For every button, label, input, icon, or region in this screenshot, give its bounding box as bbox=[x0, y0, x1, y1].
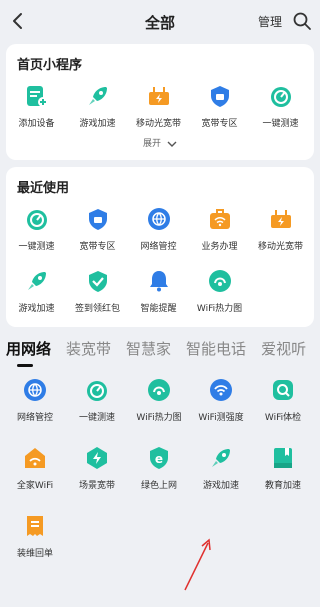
wifi-heatmap-icon bbox=[145, 376, 173, 404]
app-item[interactable]: 网络管控 bbox=[128, 197, 189, 259]
app-item-label: 添加设备 bbox=[18, 119, 55, 129]
chevron-down-icon bbox=[167, 141, 177, 147]
broadband-shield-icon bbox=[206, 82, 234, 110]
app-item[interactable]: 游戏加速 bbox=[67, 74, 128, 136]
app-item-label: 签到领红包 bbox=[74, 304, 120, 314]
bell-icon bbox=[145, 267, 173, 295]
app-item-label: 网络管控 bbox=[16, 413, 53, 423]
app-item-label: 宽带专区 bbox=[79, 242, 116, 252]
speedometer-icon bbox=[23, 205, 51, 233]
app-item-label: 业务办理 bbox=[201, 242, 238, 252]
globe-icon bbox=[21, 376, 49, 404]
app-item-label: 智能提醒 bbox=[140, 304, 177, 314]
category-tabs: 用网络 装宽带 智慧家 智能电话 爱视听 bbox=[0, 334, 320, 368]
app-item-label: 游戏加速 bbox=[18, 304, 55, 314]
app-item[interactable]: 签到领红包 bbox=[67, 259, 128, 321]
app-item[interactable]: 业务办理 bbox=[189, 197, 250, 259]
svg-text:e: e bbox=[155, 452, 163, 466]
homepage-grid: 添加设备 游戏加速 移动光宽带 宽带专区 一键测速 bbox=[6, 74, 314, 136]
app-item-label: 宽带专区 bbox=[201, 119, 238, 129]
homepage-miniapps-card: 首页小程序 添加设备 游戏加速 移动光宽带 宽带专区 一键测速 展开 bbox=[6, 44, 314, 160]
app-item-label: 装维回单 bbox=[16, 549, 53, 559]
manage-button[interactable]: 管理 bbox=[258, 13, 282, 30]
check-shield-icon bbox=[84, 267, 112, 295]
speedometer-icon bbox=[83, 376, 111, 404]
rocket-icon bbox=[84, 82, 112, 110]
app-item-label: 移动光宽带 bbox=[257, 242, 303, 252]
app-item[interactable]: 移动光宽带 bbox=[128, 74, 189, 136]
rocket-icon bbox=[207, 444, 235, 472]
add-device-icon bbox=[23, 82, 51, 110]
app-item-label: 一键测速 bbox=[78, 413, 115, 423]
app-item-label: 全家WiFi bbox=[16, 481, 54, 491]
search-icon[interactable] bbox=[292, 11, 312, 31]
app-item[interactable]: 宽带专区 bbox=[189, 74, 250, 136]
app-item-label: WiFi体检 bbox=[264, 413, 302, 423]
category-tab[interactable]: 装宽带 bbox=[66, 338, 111, 368]
red-annotation-arrow bbox=[184, 538, 211, 591]
back-arrow-icon[interactable] bbox=[8, 11, 28, 31]
app-item[interactable]: WiFi测强度 bbox=[190, 368, 252, 436]
app-item[interactable]: 添加设备 bbox=[6, 74, 67, 136]
recent-used-title: 最近使用 bbox=[17, 181, 70, 196]
expand-button[interactable]: 展开 bbox=[6, 136, 314, 160]
app-item-label: 游戏加速 bbox=[79, 119, 116, 129]
router-icon bbox=[267, 205, 295, 233]
expand-label: 展开 bbox=[143, 139, 162, 149]
header: 全部 管理 bbox=[0, 0, 320, 44]
router-icon bbox=[145, 82, 173, 110]
app-item[interactable]: 一键测速 bbox=[250, 74, 311, 136]
app-item[interactable]: 场景宽带 bbox=[66, 436, 128, 504]
globe-icon bbox=[145, 205, 173, 233]
app-item[interactable]: 教育加速 bbox=[252, 436, 314, 504]
app-item-label: WiFi测强度 bbox=[198, 413, 244, 423]
wifi-check-icon bbox=[269, 376, 297, 404]
app-item[interactable]: 全家WiFi bbox=[4, 436, 66, 504]
recent-used-card: 最近使用 一键测速 宽带专区 网络管控 业务办理 移动光宽带游戏加速 签到领红包 智能提醒 W… bbox=[6, 167, 314, 327]
app-item[interactable]: WiFi热力图 bbox=[189, 259, 250, 321]
broadband-shield-icon bbox=[84, 205, 112, 233]
app-item-label: WiFi热力图 bbox=[136, 413, 182, 423]
speedometer-icon bbox=[267, 82, 295, 110]
briefcase-wifi-icon bbox=[206, 205, 234, 233]
app-item[interactable]: 移动光宽带 bbox=[250, 197, 311, 259]
app-item-label: 移动光宽带 bbox=[135, 119, 181, 129]
lightning-icon bbox=[83, 444, 111, 472]
wifi-strength-icon bbox=[207, 376, 235, 404]
app-item[interactable]: 网络管控 bbox=[4, 368, 66, 436]
app-item[interactable]: 一键测速 bbox=[6, 197, 67, 259]
recent-grid: 一键测速 宽带专区 网络管控 业务办理 移动光宽带游戏加速 签到领红包 智能提醒 WiFi热力… bbox=[6, 197, 314, 327]
app-item-label: 绿色上网 bbox=[140, 481, 177, 491]
app-item[interactable]: 游戏加速 bbox=[6, 259, 67, 321]
app-item-label: 网络管控 bbox=[140, 242, 177, 252]
app-item-label: 一键测速 bbox=[18, 242, 55, 252]
app-item[interactable]: 游戏加速 bbox=[190, 436, 252, 504]
category-tab[interactable]: 智能电话 bbox=[186, 338, 246, 368]
app-item-label: 游戏加速 bbox=[202, 481, 239, 491]
app-item[interactable]: 一键测速 bbox=[66, 368, 128, 436]
home-wifi-icon bbox=[21, 444, 49, 472]
rocket-icon bbox=[23, 267, 51, 295]
network-grid: 网络管控 一键测速 WiFi热力图 WiFi测强度 WiFi体检全家WiFi 场景宽带 e 绿… bbox=[0, 368, 320, 572]
category-tab[interactable]: 用网络 bbox=[6, 338, 51, 368]
app-item[interactable]: 智能提醒 bbox=[128, 259, 189, 321]
app-item[interactable]: e 绿色上网 bbox=[128, 436, 190, 504]
receipt-icon bbox=[21, 512, 49, 540]
app-item-label: 教育加速 bbox=[264, 481, 301, 491]
book-icon bbox=[269, 444, 297, 472]
homepage-miniapps-title: 首页小程序 bbox=[17, 58, 83, 73]
wifi-heatmap-icon bbox=[206, 267, 234, 295]
app-item[interactable]: WiFi体检 bbox=[252, 368, 314, 436]
app-item[interactable]: 宽带专区 bbox=[67, 197, 128, 259]
app-item[interactable]: WiFi热力图 bbox=[128, 368, 190, 436]
app-item-label: WiFi热力图 bbox=[196, 304, 243, 314]
page-title: 全部 bbox=[144, 13, 175, 32]
green-e-icon: e bbox=[145, 444, 173, 472]
app-item-label: 一键测速 bbox=[262, 119, 299, 129]
app-item[interactable]: 装维回单 bbox=[4, 504, 66, 572]
category-tab[interactable]: 爱视听 bbox=[261, 338, 306, 368]
app-item-label: 场景宽带 bbox=[78, 481, 115, 491]
category-tab[interactable]: 智慧家 bbox=[126, 338, 171, 368]
